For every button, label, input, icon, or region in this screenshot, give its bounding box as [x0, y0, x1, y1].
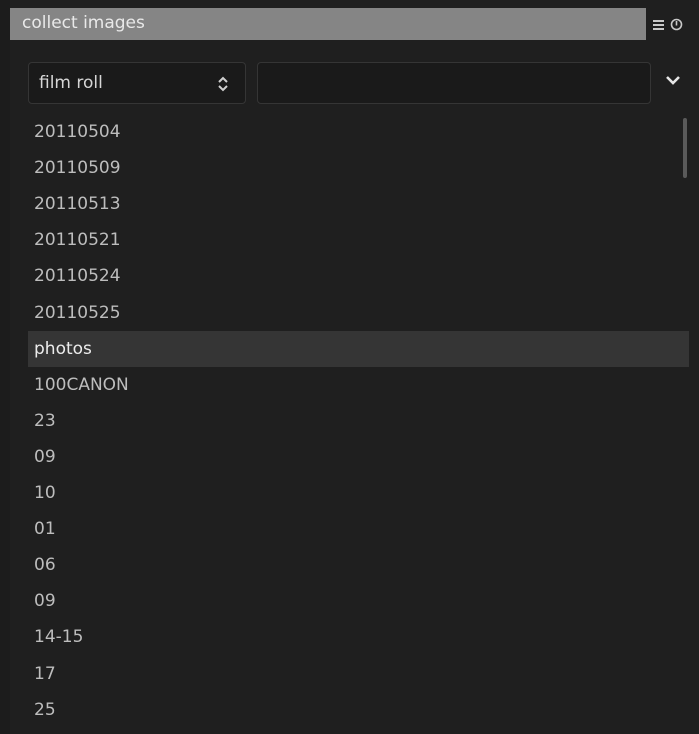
list-item[interactable]: photos — [28, 330, 689, 367]
list-item[interactable]: 06 — [28, 547, 689, 583]
list-item[interactable]: 100CANON — [28, 367, 689, 403]
film-roll-list: 20110504 20110509 20110513 20110521 20110524… — [28, 114, 689, 724]
list-item[interactable]: 20110524 — [28, 258, 689, 294]
list-item[interactable]: 01 — [28, 511, 689, 547]
search-input[interactable] — [258, 63, 650, 103]
module-header[interactable]: collect images — [10, 8, 646, 40]
property-label: film roll — [39, 73, 103, 93]
panel-margin — [0, 0, 10, 734]
list-item[interactable]: 09 — [28, 439, 689, 475]
search-field[interactable] — [257, 62, 651, 104]
list-item[interactable]: 25 — [28, 692, 689, 728]
list-item[interactable]: 17 — [28, 656, 689, 692]
list-item[interactable]: 10 — [28, 475, 689, 511]
list-item[interactable]: 20110509 — [28, 150, 689, 186]
list-item[interactable]: 20110525 — [28, 295, 689, 331]
menu-icon[interactable] — [653, 20, 664, 30]
property-selector[interactable]: film roll — [28, 62, 246, 104]
list-item[interactable]: 14-15 — [28, 619, 689, 655]
collect-images-panel: collect images film roll 20110504 2011050… — [0, 0, 699, 734]
module-title: collect images — [22, 13, 145, 33]
list-item[interactable]: 20110513 — [28, 186, 689, 222]
list-item[interactable]: 09 — [28, 583, 689, 619]
chevron-down-icon[interactable] — [665, 73, 681, 87]
scrollbar[interactable] — [683, 118, 687, 178]
power-icon[interactable] — [670, 18, 683, 31]
header-controls — [650, 8, 699, 40]
up-down-arrows-icon — [218, 76, 228, 92]
list-item[interactable]: 23 — [28, 403, 689, 439]
list-item[interactable]: 20110504 — [28, 114, 689, 150]
list-item[interactable]: 20110521 — [28, 222, 689, 258]
